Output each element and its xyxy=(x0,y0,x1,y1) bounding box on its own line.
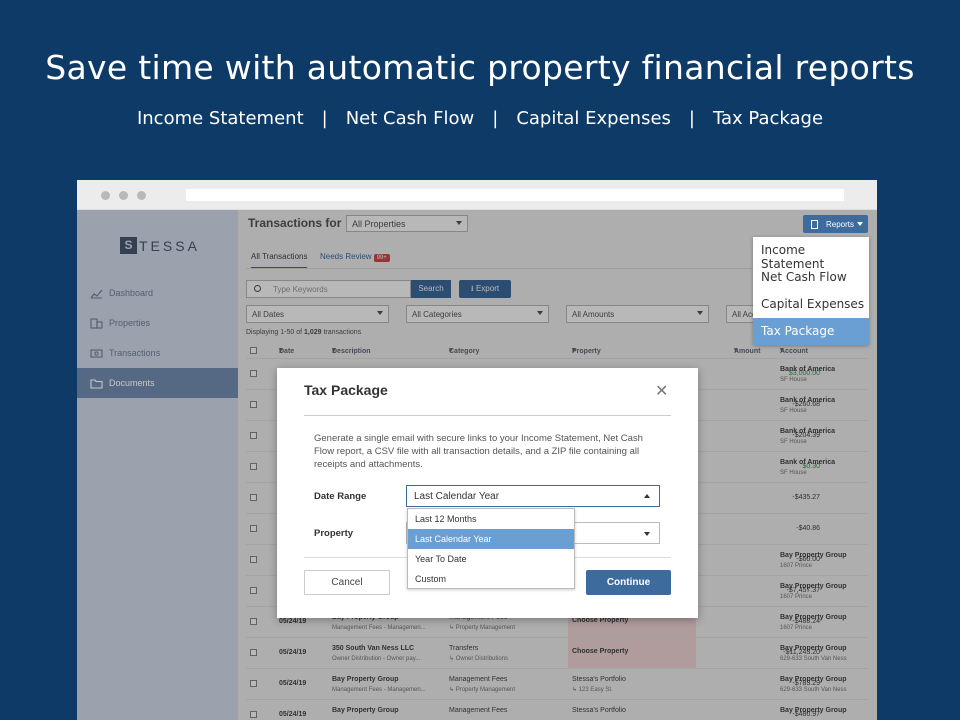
property-label: Property xyxy=(314,528,354,539)
date-range-label: Date Range xyxy=(314,491,367,502)
address-bar[interactable] xyxy=(186,189,844,201)
option-last-calendar-year[interactable]: Last Calendar Year xyxy=(408,529,574,549)
date-range-value: Last Calendar Year xyxy=(414,491,500,502)
chevron-up-icon xyxy=(644,494,650,498)
browser-window: S TESSA Dashboard Properties Transaction… xyxy=(77,180,877,720)
chevron-down-icon xyxy=(644,532,650,536)
hero-separator: | xyxy=(688,108,695,129)
hero-report-item: Capital Expenses xyxy=(516,108,671,129)
menu-item-tax-package[interactable]: Tax Package xyxy=(753,318,869,345)
chevron-down-icon xyxy=(857,222,863,226)
sidebar-overlay xyxy=(77,210,238,720)
hero-separator: | xyxy=(321,108,328,129)
date-range-options: Last 12 Months Last Calendar Year Year T… xyxy=(407,508,575,589)
reports-button[interactable]: Reports xyxy=(803,215,868,233)
hero-report-item: Income Statement xyxy=(136,108,304,129)
cancel-button[interactable]: Cancel xyxy=(304,570,390,595)
hero-report-list: Income Statement | Net Cash Flow | Capital E… xyxy=(0,108,960,129)
hero-report-item: Net Cash Flow xyxy=(345,108,475,129)
sidebar: S TESSA Dashboard Properties Transaction… xyxy=(77,210,238,720)
browser-chrome xyxy=(77,180,877,210)
option-last-12-months[interactable]: Last 12 Months xyxy=(408,509,574,529)
reports-menu: Income Statement Net Cash Flow Capital E… xyxy=(753,237,869,345)
window-minimize-dot[interactable] xyxy=(119,191,128,200)
window-close-dot[interactable] xyxy=(101,191,110,200)
modal-title: Tax Package xyxy=(304,382,388,398)
option-year-to-date[interactable]: Year To Date xyxy=(408,549,574,569)
hero-title: Save time with automatic property financ… xyxy=(45,48,915,87)
option-custom[interactable]: Custom xyxy=(408,569,574,589)
hero-report-item: Tax Package xyxy=(713,108,824,129)
menu-item-income-statement[interactable]: Income Statement xyxy=(753,237,869,271)
modal-description: Generate a single email with secure link… xyxy=(314,433,643,470)
close-icon[interactable]: ✕ xyxy=(655,381,668,401)
app: S TESSA Dashboard Properties Transaction… xyxy=(77,210,877,720)
menu-item-capital-expenses[interactable]: Capital Expenses xyxy=(753,291,869,318)
tax-package-modal: Tax Package ✕ Generate a single email wi… xyxy=(277,368,698,618)
hero-separator: | xyxy=(492,108,499,129)
window-maximize-dot[interactable] xyxy=(137,191,146,200)
continue-button[interactable]: Continue xyxy=(586,570,671,595)
modal-divider xyxy=(304,415,671,416)
date-range-select[interactable]: Last Calendar Year xyxy=(406,485,660,507)
document-icon xyxy=(811,219,818,229)
reports-button-label: Reports xyxy=(826,219,855,229)
